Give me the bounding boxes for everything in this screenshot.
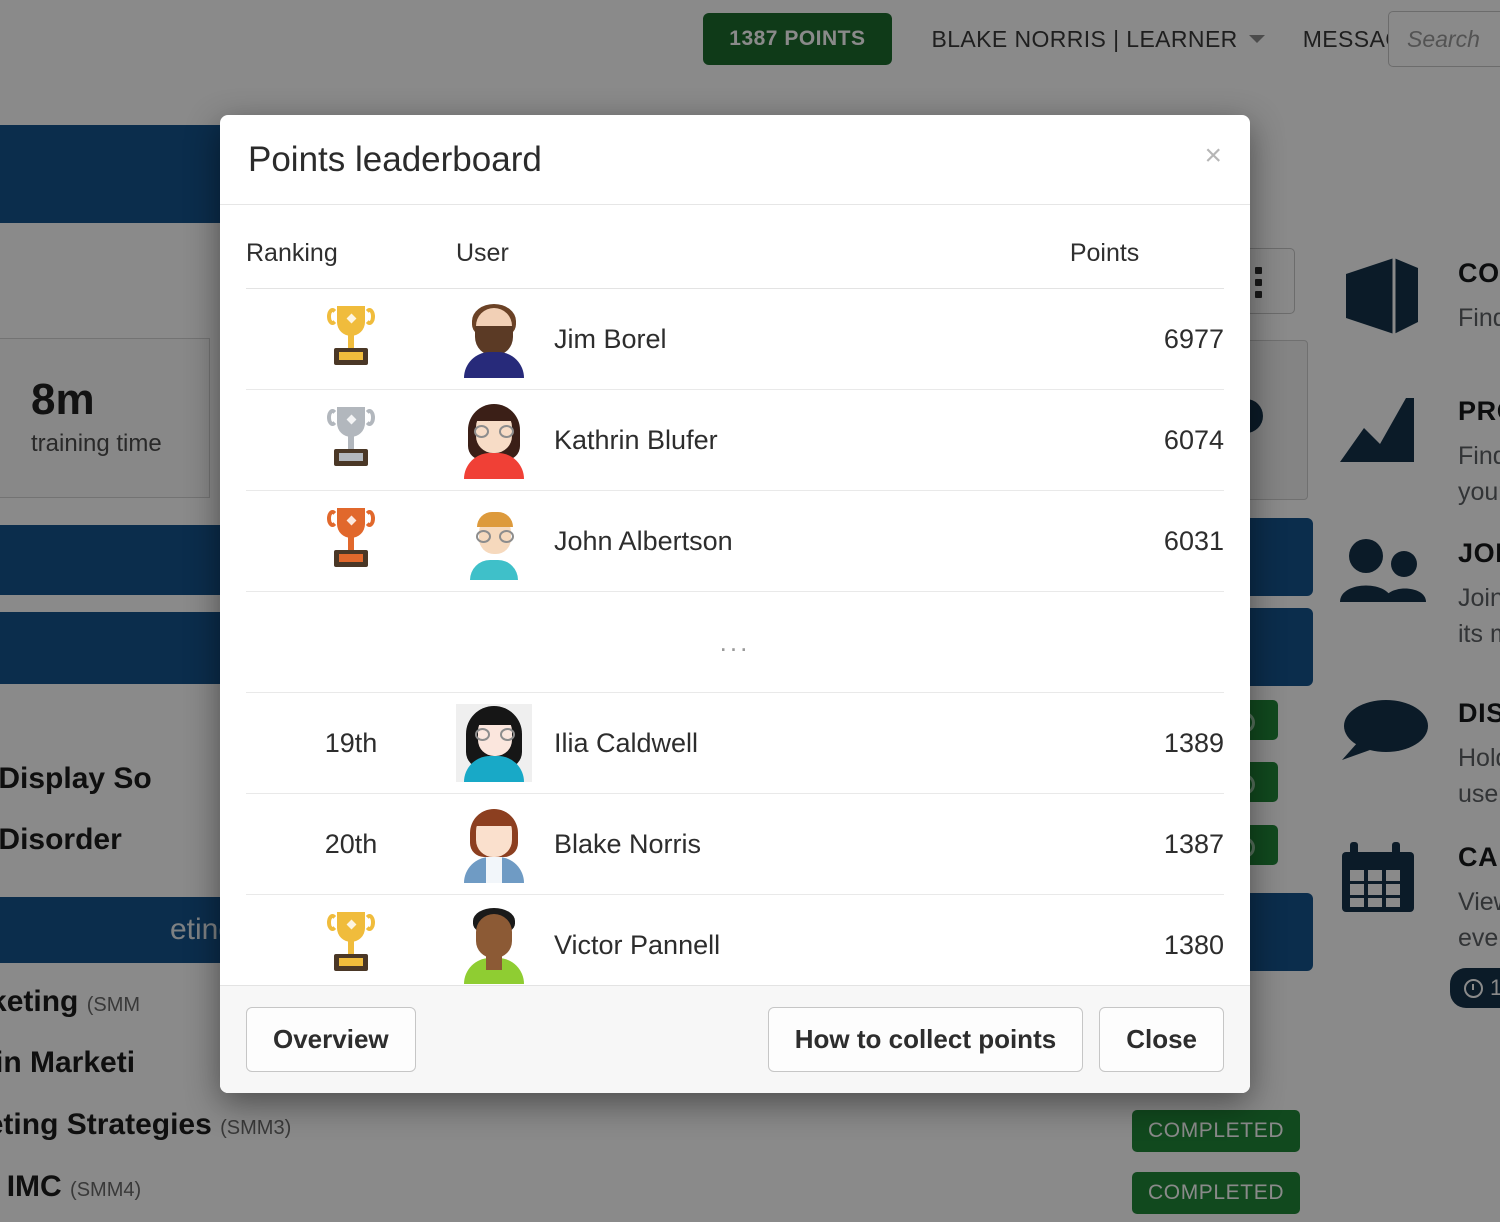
gold-trophy-icon	[327, 911, 375, 974]
user-cell: Ilia Caldwell	[456, 692, 1070, 794]
points-cell: 6031	[1069, 490, 1224, 592]
rank-cell	[246, 895, 456, 986]
points-cell: 6074	[1069, 389, 1224, 491]
dialog-title: Points leaderboard	[248, 139, 542, 179]
rank-label: 20th	[324, 828, 378, 859]
points-leaderboard-dialog: Points leaderboard × Ranking User Points	[220, 115, 1250, 1093]
truncation-row: ...	[246, 591, 1224, 693]
table-header-row: Ranking User Points	[246, 227, 1224, 289]
screen: 1387 POINTS BLAKE NORRIS | LEARNER MESSA…	[0, 0, 1500, 1222]
table-row[interactable]: Victor Pannell 1380	[246, 895, 1224, 986]
rank-label: 19th	[324, 727, 378, 758]
close-icon[interactable]: ×	[1204, 141, 1222, 171]
close-button[interactable]: Close	[1099, 1007, 1224, 1072]
dialog-header: Points leaderboard ×	[220, 115, 1250, 205]
user-cell: Blake Norris	[456, 793, 1070, 895]
gold-trophy-icon	[327, 305, 375, 368]
column-header-points: Points	[1069, 227, 1224, 289]
glasses-icon	[473, 425, 515, 438]
rank-cell	[246, 389, 456, 491]
avatar	[456, 300, 532, 378]
rank-cell	[246, 288, 456, 390]
leaderboard-table: Ranking User Points Jim Borel 6977 Kathr…	[246, 227, 1224, 985]
dialog-footer: Overview How to collect points Close	[220, 985, 1250, 1093]
overview-button[interactable]: Overview	[246, 1007, 416, 1072]
points-cell: 6977	[1069, 288, 1224, 390]
table-row[interactable]: Jim Borel 6977	[246, 288, 1224, 390]
user-name: Ilia Caldwell	[554, 727, 699, 758]
table-row[interactable]: John Albertson 6031	[246, 490, 1224, 592]
avatar	[456, 805, 532, 883]
avatar	[456, 906, 532, 985]
table-body: Jim Borel 6977 Kathrin Blufer 6074 John …	[246, 288, 1224, 986]
rank-cell	[246, 490, 456, 592]
user-name: John Albertson	[554, 525, 733, 556]
silver-trophy-icon	[327, 406, 375, 469]
points-cell: 1389	[1069, 692, 1224, 794]
rank-cell: 20th	[246, 793, 456, 895]
user-name: Kathrin Blufer	[554, 424, 718, 455]
table-row[interactable]: Kathrin Blufer 6074	[246, 389, 1224, 491]
glasses-icon	[475, 530, 515, 543]
user-name: Jim Borel	[554, 323, 667, 354]
user-cell: Kathrin Blufer	[456, 389, 1070, 491]
how-to-collect-points-button[interactable]: How to collect points	[767, 1007, 1084, 1072]
table-row[interactable]: 20th Blake Norris 1387	[246, 793, 1224, 895]
avatar	[456, 704, 532, 782]
points-cell: 1387	[1069, 793, 1224, 895]
user-name: Victor Pannell	[554, 929, 721, 960]
column-header-ranking: Ranking	[246, 227, 456, 289]
column-header-user: User	[456, 227, 1070, 289]
rank-cell: 19th	[246, 692, 456, 794]
user-cell: Jim Borel	[456, 288, 1070, 390]
dialog-body: Ranking User Points Jim Borel 6977 Kathr…	[220, 205, 1250, 985]
user-name: Blake Norris	[554, 828, 702, 859]
user-cell: John Albertson	[456, 490, 1070, 592]
table-header: Ranking User Points	[246, 227, 1224, 289]
ellipsis-label: ...	[246, 591, 1224, 693]
user-cell: Victor Pannell	[456, 895, 1070, 986]
points-cell: 1380	[1163, 929, 1224, 960]
avatar	[456, 502, 532, 580]
table-row[interactable]: 19th Ilia Caldwell 1389	[246, 692, 1224, 794]
glasses-icon	[474, 728, 516, 741]
avatar	[456, 401, 532, 479]
bronze-trophy-icon	[327, 507, 375, 570]
